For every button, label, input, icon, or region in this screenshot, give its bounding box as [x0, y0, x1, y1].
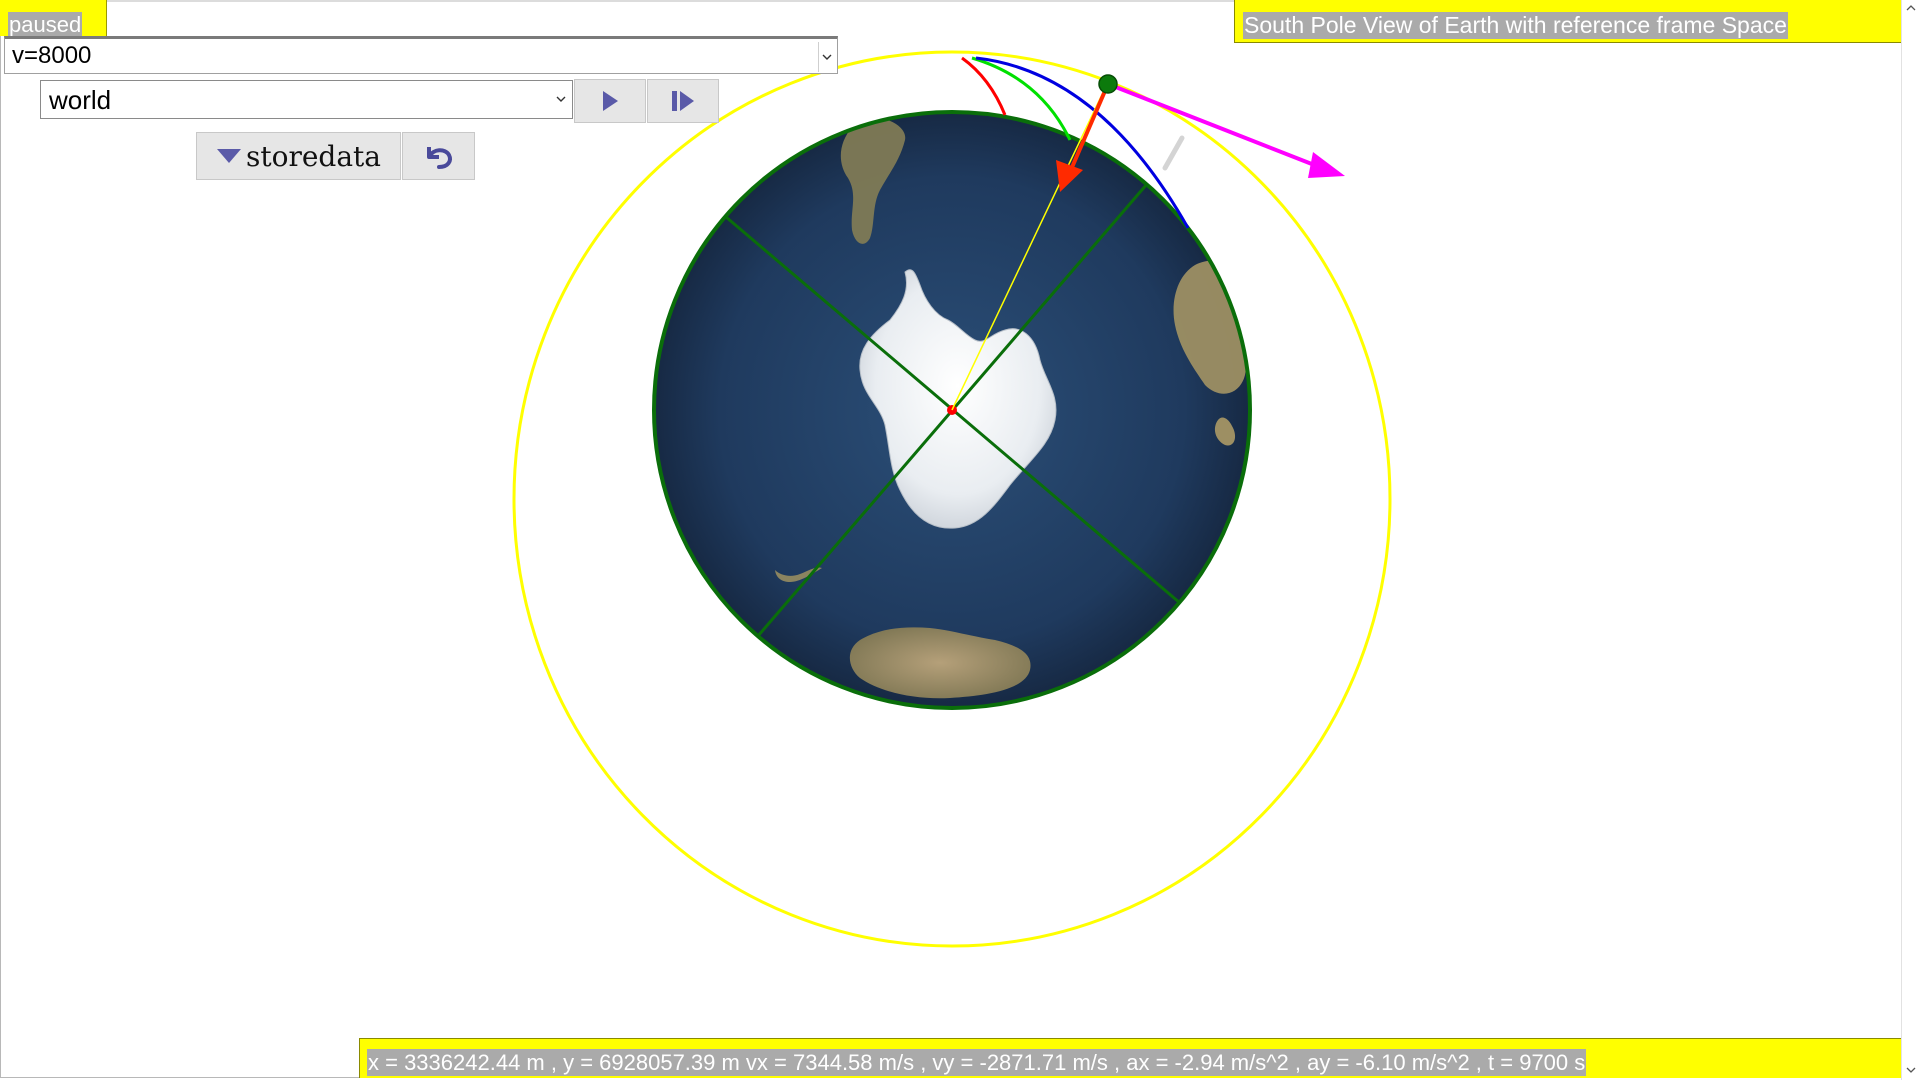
velocity-arrowhead [1308, 152, 1345, 178]
status-panel: paused [0, 0, 107, 36]
frame-dropdown-chevron-icon[interactable] [554, 87, 568, 111]
play-button[interactable] [574, 79, 646, 123]
undo-icon [426, 147, 452, 169]
storedata-button[interactable]: storedata [196, 132, 401, 180]
undo-button[interactable] [402, 132, 475, 180]
triangle-down-icon [217, 149, 241, 163]
state-readout-panel: x = 3336242.44 m , y = 6928057.39 m vx =… [359, 1038, 1902, 1078]
simulation-window: paused v=8000 world storedata South Pole… [0, 0, 1920, 1080]
velocity-dropdown-chevron-icon[interactable] [818, 42, 835, 72]
reference-frame-select[interactable]: world [40, 80, 573, 119]
reference-frame-value: world [49, 85, 112, 115]
storedata-label: storedata [246, 139, 381, 173]
scrollbar-thumb[interactable] [1906, 18, 1916, 1058]
satellite[interactable] [1098, 74, 1118, 94]
step-forward-button[interactable] [647, 79, 719, 123]
state-readout: x = 3336242.44 m , y = 6928057.39 m vx =… [367, 1049, 1587, 1076]
view-title-panel: South Pole View of Earth with reference … [1234, 0, 1902, 43]
step-forward-icon [672, 91, 694, 111]
view-title: South Pole View of Earth with reference … [1243, 12, 1788, 39]
scroll-up-icon[interactable] [1902, 0, 1920, 16]
shadow-streak [1162, 135, 1185, 171]
status-label: paused [8, 12, 83, 36]
vertical-scrollbar[interactable] [1901, 0, 1920, 1080]
velocity-value[interactable]: v=8000 [12, 42, 91, 70]
velocity-combobox[interactable]: v=8000 [4, 36, 838, 74]
scroll-down-icon[interactable] [1902, 1062, 1920, 1078]
play-icon [603, 91, 618, 111]
